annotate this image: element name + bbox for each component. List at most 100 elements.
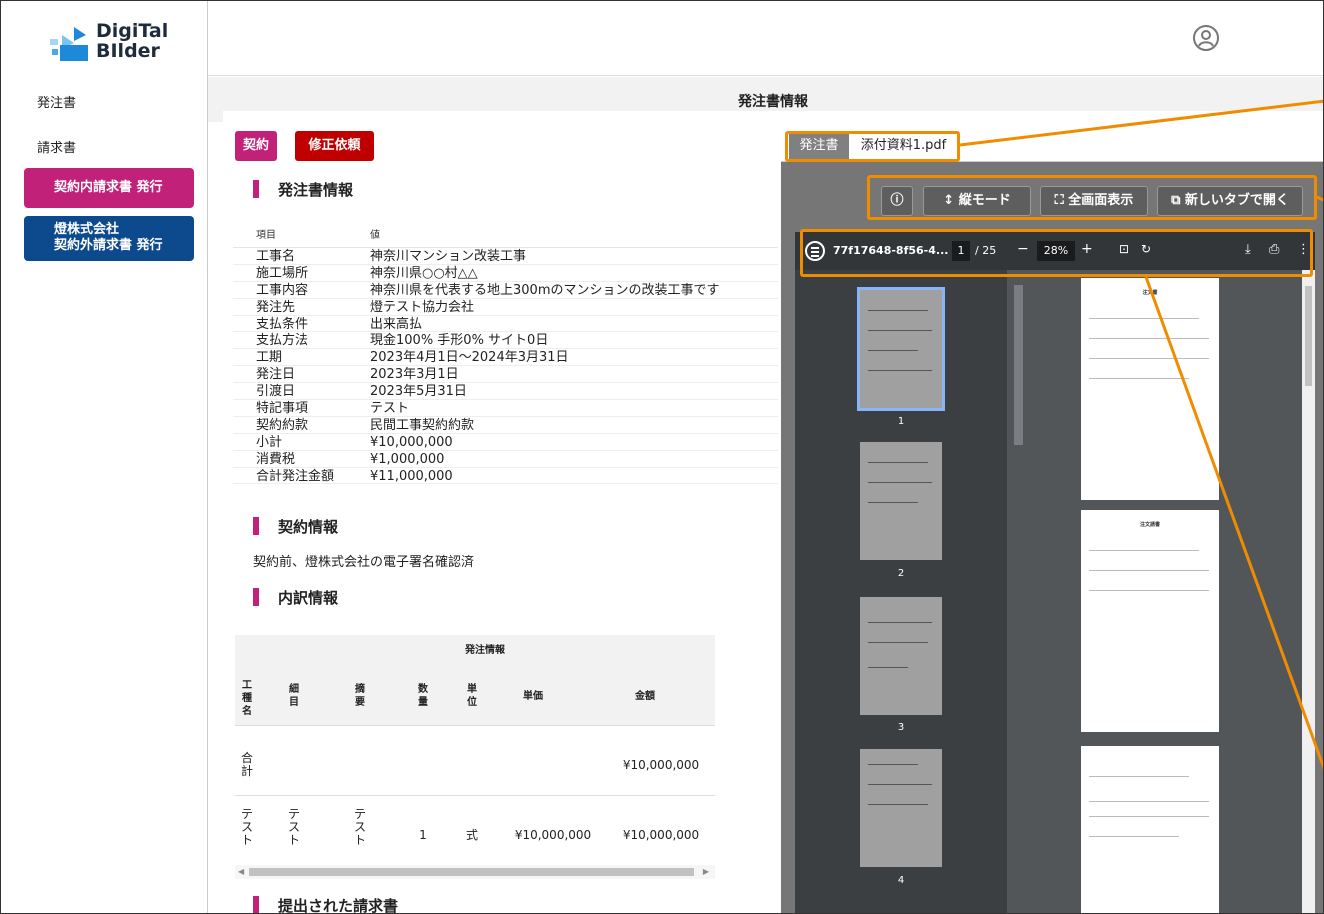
row-value: ¥11,000,000	[370, 468, 453, 484]
table-row: 合計発注金額 ¥11,000,000	[233, 468, 778, 485]
scroll-left-icon[interactable]: ◀	[238, 865, 244, 879]
thumbnail-number: 4	[897, 875, 905, 886]
pdf-page: 注文書	[1081, 278, 1219, 500]
row-value: ¥10,000,000	[370, 434, 453, 450]
table-row: 工事名 神奈川マンション改装工事	[233, 248, 778, 265]
row-label: 施工場所	[256, 265, 309, 281]
row-value: 出来高払	[370, 316, 423, 332]
row-unit-price: ¥10,000,000	[514, 828, 592, 842]
table-row: 支払条件 出来高払	[233, 316, 778, 333]
row-detail: テ ス ト	[287, 807, 300, 847]
table-row: 支払方法 現金100% 手形0% サイト0日	[233, 332, 778, 350]
row-value: 現金100% 手形0% サイト0日	[370, 333, 549, 349]
table-row: 特記事項 テスト	[233, 400, 778, 417]
thumbnail-number: 1	[897, 416, 905, 427]
row-work-type: テ ス ト	[240, 807, 253, 847]
total-label: 合 計	[240, 751, 253, 778]
row-value: 燈テスト協力会社	[370, 299, 475, 315]
row-amount: ¥10,000,000	[622, 828, 700, 842]
top-bar	[208, 1, 1323, 76]
row-label: 工事名	[256, 249, 296, 264]
pdf-page-title: 注文請書	[1139, 522, 1160, 528]
row-value: テスト	[370, 401, 410, 417]
section-heading-po: 発注書情報	[253, 179, 353, 200]
row-label: 消費税	[256, 451, 296, 467]
sidebar-item-purchase-order[interactable]: 発注書	[37, 92, 76, 111]
page-thumbnail[interactable]	[860, 597, 942, 715]
callout-pdf-toolbar	[800, 229, 1313, 277]
logo[interactable]: DigiTal BIlder	[46, 19, 176, 65]
sidebar-item-invoice[interactable]: 請求書	[37, 137, 76, 156]
logo-text-bottom: BIlder	[96, 40, 160, 62]
breakdown-table: 発注情報 工 種 名 細 目 摘 要 数 量 単 位 単価 金額 合 計 ¥10…	[235, 635, 715, 865]
row-summary: テ ス ト	[353, 807, 366, 847]
po-info-table: 項目 値 工事名 神奈川マンション改装工事 施工場所 神奈川県○○村△△ 工事内容 神奈川…	[233, 221, 778, 485]
col-unit-price: 単価	[523, 691, 543, 702]
row-label: 支払条件	[256, 316, 309, 332]
section-heading-breakdown: 内訳情報	[253, 587, 338, 608]
col-unit: 単 位	[467, 684, 477, 708]
table-row: 工事内容 神奈川県を代表する地上300mのマンションの改装工事です	[233, 282, 778, 299]
table-row: 消費税 ¥1,000,000	[233, 451, 778, 468]
logo-mark-icon	[50, 27, 88, 61]
table-row: 工期 2023年4月1日～2024年3月31日	[233, 349, 778, 367]
sidebar: DigiTal BIlder 発注書 請求書 契約内請求書 発行 燈株式会社 契…	[1, 1, 208, 913]
callout-viewer-buttons	[867, 175, 1317, 220]
col-amount: 金額	[635, 691, 655, 702]
pdf-content: 1 2 3 4 注文書 注文請書	[795, 270, 1315, 913]
row-unit: 式	[465, 828, 478, 842]
pdf-scrollbar[interactable]	[1302, 270, 1315, 913]
row-value: 神奈川県○○村△△	[370, 265, 478, 281]
outside-invoice-company: 燈株式会社	[54, 222, 120, 237]
section-heading-contract: 契約情報	[253, 516, 338, 537]
table-row: 発注日 2023年3月1日	[233, 366, 778, 384]
row-value: 2023年3月1日	[370, 367, 459, 383]
contract-button[interactable]: 契約	[235, 131, 277, 161]
thumbnail-number: 2	[897, 568, 905, 579]
issue-contract-invoice-button[interactable]: 契約内請求書 発行	[24, 168, 194, 208]
thumbnail-sidebar: 1 2 3 4	[795, 270, 1007, 913]
thumbnail-scrollbar[interactable]	[1014, 285, 1023, 445]
scrollbar-thumb[interactable]	[249, 868, 694, 876]
row-quantity: 1	[419, 828, 427, 842]
table-row: 契約約款 民間工事契約約款	[233, 417, 778, 434]
table-header: 項目 値	[233, 221, 778, 248]
row-value: ¥1,000,000	[370, 451, 445, 467]
pdf-page-title: 注文書	[1142, 290, 1158, 296]
row-label: 支払方法	[256, 333, 309, 349]
group-header: 発注情報	[465, 645, 505, 656]
total-amount: ¥10,000,000	[622, 758, 700, 772]
row-label: 引渡日	[256, 384, 296, 400]
scroll-right-icon[interactable]: ▶	[703, 865, 709, 879]
row-label: 特記事項	[256, 401, 309, 417]
pdf-page: 注文請書	[1081, 510, 1219, 732]
row-label: 発注先	[256, 299, 296, 315]
logo-text-top: DigiTal	[96, 20, 169, 42]
app-window: DigiTal BIlder 発注書 請求書 契約内請求書 発行 燈株式会社 契…	[0, 0, 1324, 914]
col-quantity: 数 量	[418, 684, 428, 708]
col-detail: 細 目	[289, 684, 299, 708]
page-thumbnail[interactable]	[860, 749, 942, 867]
page-thumbnail[interactable]	[860, 442, 942, 560]
page-title: 発注書情報	[738, 94, 808, 110]
col-summary: 摘 要	[355, 684, 365, 708]
section-heading-submitted: 提出された請求書	[253, 895, 398, 913]
outside-invoice-label: 契約外請求書 発行	[54, 238, 163, 253]
thumbnail-number: 3	[897, 722, 905, 733]
column-header-value: 値	[370, 230, 380, 241]
table-row: 発注先 燈テスト協力会社	[233, 299, 778, 316]
column-header-item: 項目	[256, 230, 276, 241]
page-thumbnail[interactable]	[857, 287, 945, 411]
table-row: 施工場所 神奈川県○○村△△	[233, 265, 778, 282]
col-work-type: 工 種 名	[242, 680, 252, 717]
user-account-icon[interactable]	[1193, 25, 1219, 51]
row-label: 工事内容	[256, 282, 309, 298]
revision-request-button[interactable]: 修正依頼	[295, 131, 374, 161]
row-label: 契約約款	[256, 417, 309, 433]
row-value: 2023年4月1日～2024年3月31日	[370, 350, 569, 366]
issue-outside-contract-invoice-button[interactable]: 燈株式会社 契約外請求書 発行	[24, 216, 194, 261]
row-value: 神奈川マンション改装工事	[370, 249, 527, 264]
breakdown-horizontal-scrollbar[interactable]: ◀ ▶	[235, 865, 715, 879]
contract-status-text: 契約前、燈株式会社の電子署名確認済	[253, 555, 475, 570]
row-label: 発注日	[256, 367, 296, 383]
